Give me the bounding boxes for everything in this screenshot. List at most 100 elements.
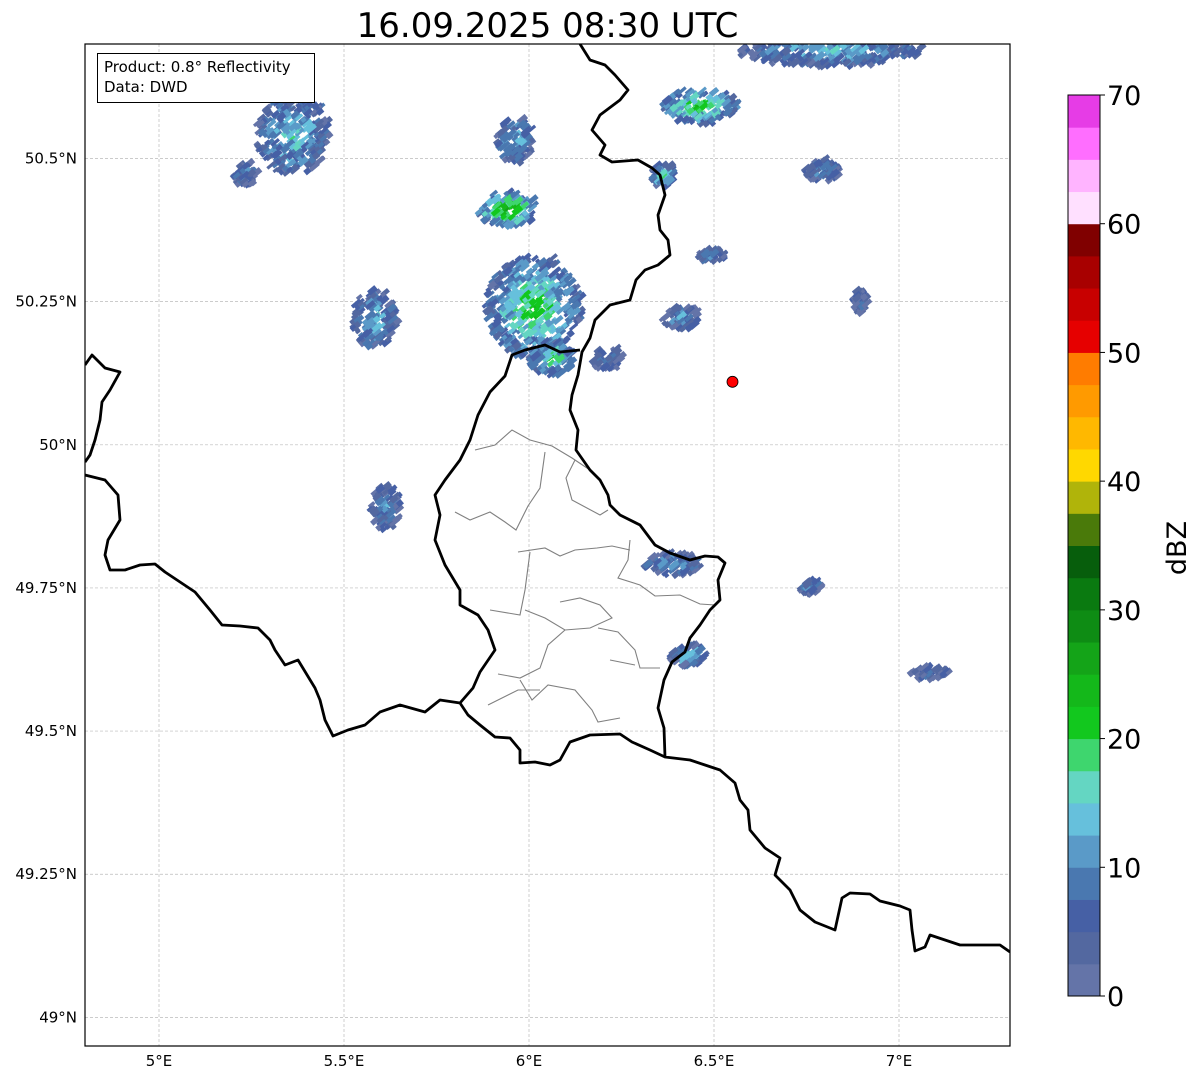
colorbar-segment (1068, 416, 1100, 450)
colorbar-tick-label: 0 (1107, 982, 1124, 1013)
colorbar-segment (1068, 770, 1100, 804)
colorbar-tick-label: 60 (1107, 210, 1141, 241)
radar-map: 50.5°N 50.25°N 50°N 49.75°N 49.5°N 49.25°N 49°… (15, 27, 1193, 1070)
echo-pixel (787, 29, 798, 39)
colorbar-segment (1068, 867, 1100, 900)
echo-pixel (867, 29, 877, 39)
lon-tick-label: 6.5°E (694, 1052, 735, 1070)
colorbar-tick-label: 10 (1107, 853, 1141, 884)
echo-pixel (809, 44, 820, 45)
colorbar-segment (1068, 674, 1100, 707)
colorbar-segment (1068, 481, 1100, 514)
colorbar-tick-label: 20 (1107, 725, 1141, 756)
colorbar-segment (1068, 159, 1100, 193)
echo-pixel (848, 35, 855, 42)
echo-pixel (780, 32, 789, 41)
lon-tick-label: 5°E (146, 1052, 173, 1070)
colorbar-tick-label: 50 (1107, 338, 1141, 369)
longitude-labels: 5°E 5.5°E 6°E 6.5°E 7°E (146, 1052, 913, 1070)
lat-tick-label: 49.5°N (25, 722, 77, 740)
colorbar-segment (1068, 577, 1100, 611)
echo-pixel (764, 44, 776, 45)
echo-pixel (769, 44, 778, 45)
lat-tick-label: 49°N (39, 1008, 77, 1026)
colorbar-segment (1068, 95, 1100, 128)
echo-pixel (867, 30, 875, 37)
echo-pixel (889, 36, 896, 43)
colorbar-segment (1068, 642, 1100, 675)
lat-tick-label: 49.75°N (15, 579, 77, 597)
echo-pixel (793, 28, 804, 38)
colorbar-segment (1068, 835, 1100, 868)
echo-pixel (786, 36, 794, 44)
echo-pixel (806, 27, 816, 37)
echo-pixel (812, 29, 820, 36)
echo-pixel (781, 31, 789, 39)
colorbar-segment (1068, 320, 1100, 353)
radar-echoes (229, 27, 953, 684)
echo-pixel (768, 32, 777, 41)
echo-pixel (818, 32, 826, 40)
colorbar: 0 10 20 30 40 50 60 70 (1067, 81, 1141, 1013)
echo-pixel (892, 35, 901, 43)
echo-pixel (811, 44, 824, 45)
location-marker[interactable] (726, 375, 739, 388)
echo-pixel (872, 36, 880, 44)
echo-pixel (798, 33, 807, 41)
info-box: Product: 0.8° Reflectivity Data: DWD (97, 53, 315, 103)
colorbar-segment (1068, 899, 1100, 933)
colorbar-segment (1068, 191, 1100, 225)
echo-pixel (837, 37, 843, 43)
echo-pixel (797, 44, 808, 45)
lat-tick-label: 49.25°N (15, 865, 77, 883)
colorbar-segment (1068, 963, 1100, 997)
colorbar-segment (1068, 255, 1100, 289)
colorbar-segment (1068, 802, 1100, 836)
colorbar-label: dBZ (1162, 521, 1193, 575)
echo-pixel (819, 29, 829, 38)
echo-pixel (777, 36, 784, 43)
echo-pixel (826, 31, 836, 40)
echo-pixel (845, 44, 858, 45)
borders (85, 44, 1010, 954)
data-source-label: Data: DWD (104, 78, 188, 96)
echo-pixel (822, 33, 833, 43)
colorbar-segment (1068, 738, 1100, 772)
colorbar-segment (1068, 127, 1100, 160)
echo-pixel (885, 32, 897, 43)
echo-pixel (852, 32, 859, 39)
echo-pixel (880, 33, 889, 42)
echo-pixel (788, 27, 800, 39)
colorbar-tick-label: 40 (1107, 467, 1141, 498)
lat-tick-label: 50°N (39, 436, 77, 454)
colorbar-segment (1068, 706, 1100, 740)
colorbar-segment (1068, 545, 1100, 579)
echo-pixel (869, 33, 876, 40)
echo-pixel (898, 34, 908, 43)
colorbar-tick-label: 70 (1107, 81, 1141, 112)
lat-tick-label: 50.25°N (15, 293, 77, 311)
lat-tick-label: 50.5°N (25, 150, 77, 168)
echo-pixel (861, 34, 867, 40)
colorbar-segment (1068, 223, 1100, 257)
country-borders (85, 44, 1010, 954)
lon-tick-label: 5.5°E (324, 1052, 365, 1070)
colorbar-tick-label: 30 (1107, 596, 1141, 627)
echo-pixel (786, 33, 794, 41)
echo-pixel (856, 34, 863, 41)
echo-pixel (834, 33, 845, 43)
colorbar-segment (1068, 288, 1100, 321)
echo-pixel (866, 32, 873, 39)
echo-pixel (803, 30, 815, 41)
colorbar-segment (1068, 931, 1100, 965)
colorbar-segment (1068, 448, 1100, 482)
colorbar-segment (1068, 609, 1100, 643)
echo-pixel (829, 30, 839, 39)
colorbar-segment (1068, 384, 1100, 418)
echo-pixel (861, 33, 871, 43)
echo-pixel (816, 36, 823, 43)
lon-tick-label: 7°E (886, 1052, 913, 1070)
echo-pixel (784, 44, 793, 45)
colorbar-segment (1068, 513, 1100, 546)
latitude-labels: 50.5°N 50.25°N 50°N 49.75°N 49.5°N 49.25°N 49°… (15, 150, 77, 1027)
